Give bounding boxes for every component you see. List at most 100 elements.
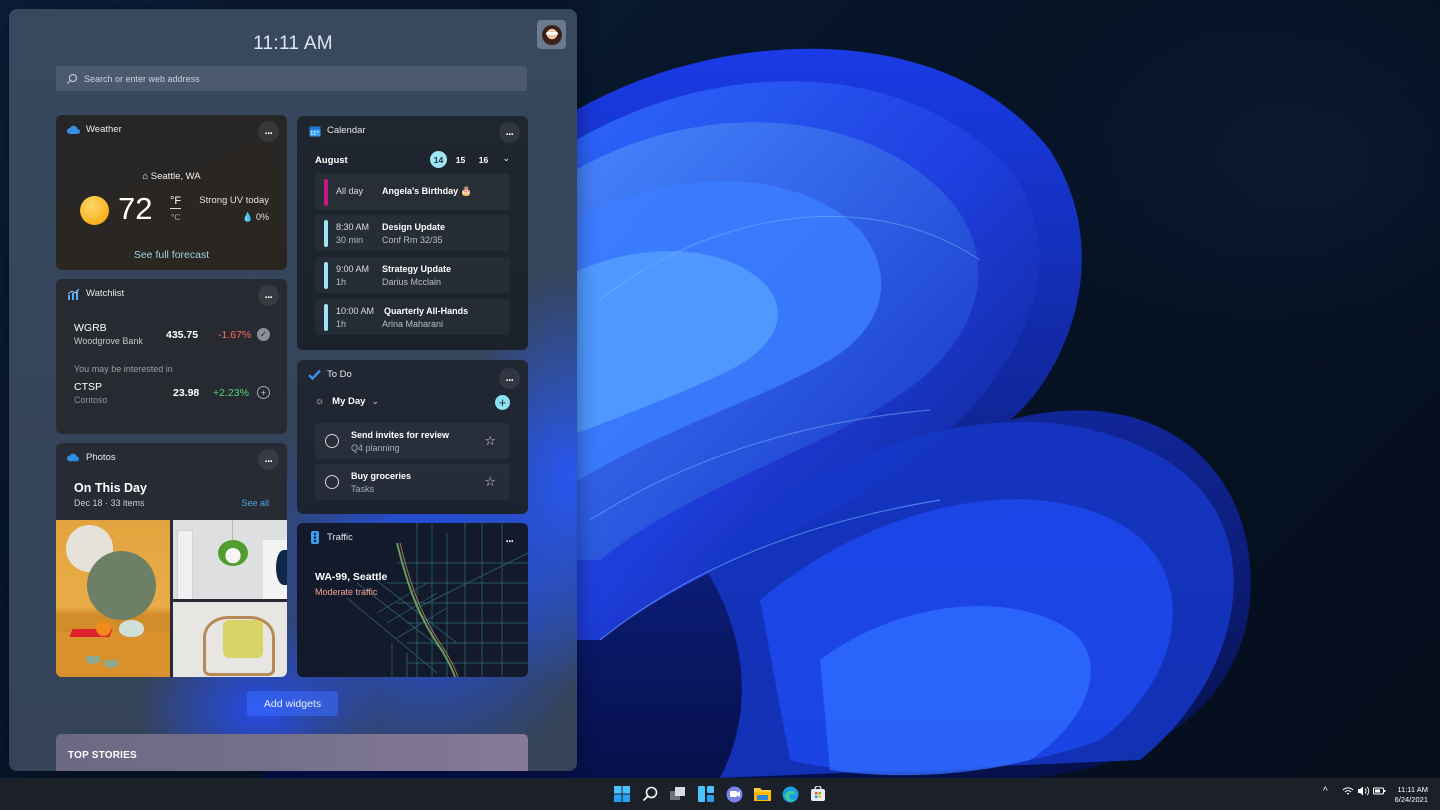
weather-widget[interactable]: Weather ... ⌂ Seattle, WA 72 °F °C Stron… bbox=[56, 115, 287, 270]
add-stock-icon[interactable]: + bbox=[257, 386, 270, 399]
photo-hanging-plant[interactable] bbox=[173, 520, 287, 599]
todo-more-button[interactable]: ... bbox=[499, 368, 520, 389]
star-icon[interactable]: ☆ bbox=[484, 433, 496, 449]
watchlist-header: Watchlist bbox=[67, 287, 124, 300]
star-icon[interactable]: ☆ bbox=[484, 474, 496, 490]
event-time: 10:00 AM bbox=[336, 306, 375, 316]
edge-browser-button[interactable] bbox=[780, 784, 800, 804]
volume-icon[interactable] bbox=[1357, 786, 1370, 799]
calendar-day[interactable]: 16 bbox=[475, 151, 492, 168]
calendar-header: Calendar bbox=[308, 124, 366, 137]
celsius-toggle[interactable]: °C bbox=[171, 212, 181, 222]
search-button[interactable] bbox=[640, 784, 660, 804]
stock-row[interactable]: CTSP Contoso bbox=[74, 381, 108, 405]
task-title: Buy groceries bbox=[351, 471, 412, 481]
task-view-icon bbox=[670, 787, 685, 800]
show-hidden-icons-chevron[interactable]: ^ bbox=[1323, 786, 1328, 797]
teams-chat-button[interactable] bbox=[724, 784, 744, 804]
chevron-down-icon[interactable]: ⌄ bbox=[502, 153, 510, 164]
photos-widget[interactable]: Photos ... On This Day Dec 18 · 33 items… bbox=[56, 443, 287, 677]
top-stories-section: TOP STORIES bbox=[56, 734, 528, 771]
photos-header: Photos bbox=[67, 451, 116, 464]
calendar-event[interactable]: 9:00 AM 1h Strategy Update Darius Mcclai… bbox=[315, 257, 510, 293]
windows-logo-icon bbox=[614, 786, 630, 802]
event-color-bar bbox=[324, 220, 328, 247]
calendar-event[interactable]: All day Angela's Birthday 🎂 bbox=[315, 174, 510, 210]
calendar-event[interactable]: 10:00 AM 1h Quarterly All-Hands Arina Ma… bbox=[315, 299, 510, 335]
microsoft-store-button[interactable] bbox=[808, 784, 828, 804]
see-all-link[interactable]: See all bbox=[241, 498, 269, 508]
photos-more-button[interactable]: ... bbox=[258, 449, 279, 470]
calendar-day-selected[interactable]: 14 bbox=[430, 151, 447, 168]
calendar-widget[interactable]: Calendar ... August 14 15 16 ⌄ All day A… bbox=[297, 116, 528, 350]
stock-name: Contoso bbox=[74, 395, 108, 405]
interest-label: You may be interested in bbox=[74, 364, 173, 374]
task-complete-checkbox[interactable] bbox=[325, 434, 339, 448]
web-search-input[interactable]: Search or enter web address bbox=[56, 66, 527, 91]
todo-widget[interactable]: To Do ... ☼ My Day ⌄ + Send invites for … bbox=[297, 360, 528, 514]
weather-location: ⌂ Seattle, WA bbox=[56, 171, 287, 182]
event-color-bar bbox=[324, 304, 328, 331]
store-icon bbox=[811, 786, 825, 801]
calendar-month: August bbox=[315, 155, 348, 166]
fahrenheit-toggle[interactable]: °F bbox=[170, 195, 182, 209]
stock-price: 23.98 bbox=[173, 387, 200, 399]
stock-chart-icon bbox=[67, 287, 80, 300]
todo-task[interactable]: Send invites for review Q4 planning ☆ bbox=[315, 423, 510, 459]
my-day-dropdown[interactable]: ☼ My Day ⌄ bbox=[315, 396, 379, 407]
add-task-button[interactable]: + bbox=[495, 395, 510, 410]
event-time: 9:00 AM bbox=[336, 264, 370, 274]
start-button[interactable] bbox=[612, 784, 632, 804]
event-duration: 1h bbox=[336, 277, 347, 287]
profile-avatar-button[interactable] bbox=[537, 20, 566, 49]
search-icon bbox=[642, 786, 658, 802]
event-time: 8:30 AM bbox=[336, 222, 370, 232]
photos-title: Photos bbox=[86, 452, 116, 463]
weather-more-button[interactable]: ... bbox=[258, 121, 279, 142]
battery-icon[interactable] bbox=[1373, 786, 1386, 799]
home-icon: ⌂ bbox=[142, 171, 149, 182]
event-color-bar bbox=[324, 179, 328, 206]
task-title: Send invites for review bbox=[351, 430, 450, 440]
traffic-status: Moderate traffic bbox=[315, 587, 378, 597]
calendar-more-button[interactable]: ... bbox=[499, 122, 520, 143]
weather-title: Weather bbox=[86, 124, 122, 135]
todo-task[interactable]: Buy groceries Tasks ☆ bbox=[315, 464, 510, 500]
calendar-day[interactable]: 15 bbox=[452, 151, 469, 168]
traffic-widget[interactable]: Traffic ... WA-99, Seattle Moderate traf… bbox=[297, 523, 528, 677]
taskbar-clock[interactable]: 11:11 AM 6/24/2021 bbox=[1395, 785, 1428, 805]
event-duration: 1h bbox=[336, 319, 347, 329]
calendar-icon bbox=[308, 124, 321, 137]
event-title: Strategy Update bbox=[382, 264, 452, 274]
event-title: Design Update bbox=[382, 222, 446, 232]
event-color-bar bbox=[324, 262, 328, 289]
calendar-title: Calendar bbox=[327, 125, 366, 136]
file-explorer-button[interactable] bbox=[752, 784, 772, 804]
check-icon[interactable]: ✓ bbox=[257, 328, 270, 341]
cloud-icon bbox=[67, 123, 80, 136]
task-complete-checkbox[interactable] bbox=[325, 475, 339, 489]
wifi-icon[interactable] bbox=[1342, 786, 1354, 799]
taskbar-date: 6/24/2021 bbox=[1394, 795, 1428, 804]
stock-change: +2.23% bbox=[213, 387, 249, 399]
avatar-image bbox=[541, 24, 562, 45]
stock-price: 435.75 bbox=[166, 329, 199, 341]
event-title: Quarterly All-Hands bbox=[384, 306, 469, 316]
event-detail: Arina Maharani bbox=[382, 319, 444, 329]
stock-row[interactable]: WGRB Woodgrove Bank bbox=[74, 322, 143, 346]
traffic-more-button[interactable]: ... bbox=[499, 529, 520, 550]
todo-title: To Do bbox=[327, 369, 352, 380]
photo-rattan-chair[interactable] bbox=[173, 602, 287, 677]
task-view-button[interactable] bbox=[668, 784, 688, 804]
photo-still-life[interactable] bbox=[56, 520, 170, 677]
task-list: Tasks bbox=[351, 484, 375, 494]
watchlist-more-button[interactable]: ... bbox=[258, 285, 279, 306]
top-stories-heading: TOP STORIES bbox=[68, 750, 137, 761]
watchlist-widget[interactable]: Watchlist ... WGRB Woodgrove Bank 435.75… bbox=[56, 279, 287, 434]
calendar-event[interactable]: 8:30 AM 30 min Design Update Conf Rm 32/… bbox=[315, 215, 510, 251]
list-name: My Day bbox=[332, 396, 366, 407]
widgets-button[interactable] bbox=[696, 784, 716, 804]
weather-temperature: 72 bbox=[118, 191, 153, 226]
see-full-forecast-link[interactable]: See full forecast bbox=[56, 249, 287, 261]
add-widgets-button[interactable]: Add widgets bbox=[247, 691, 338, 716]
